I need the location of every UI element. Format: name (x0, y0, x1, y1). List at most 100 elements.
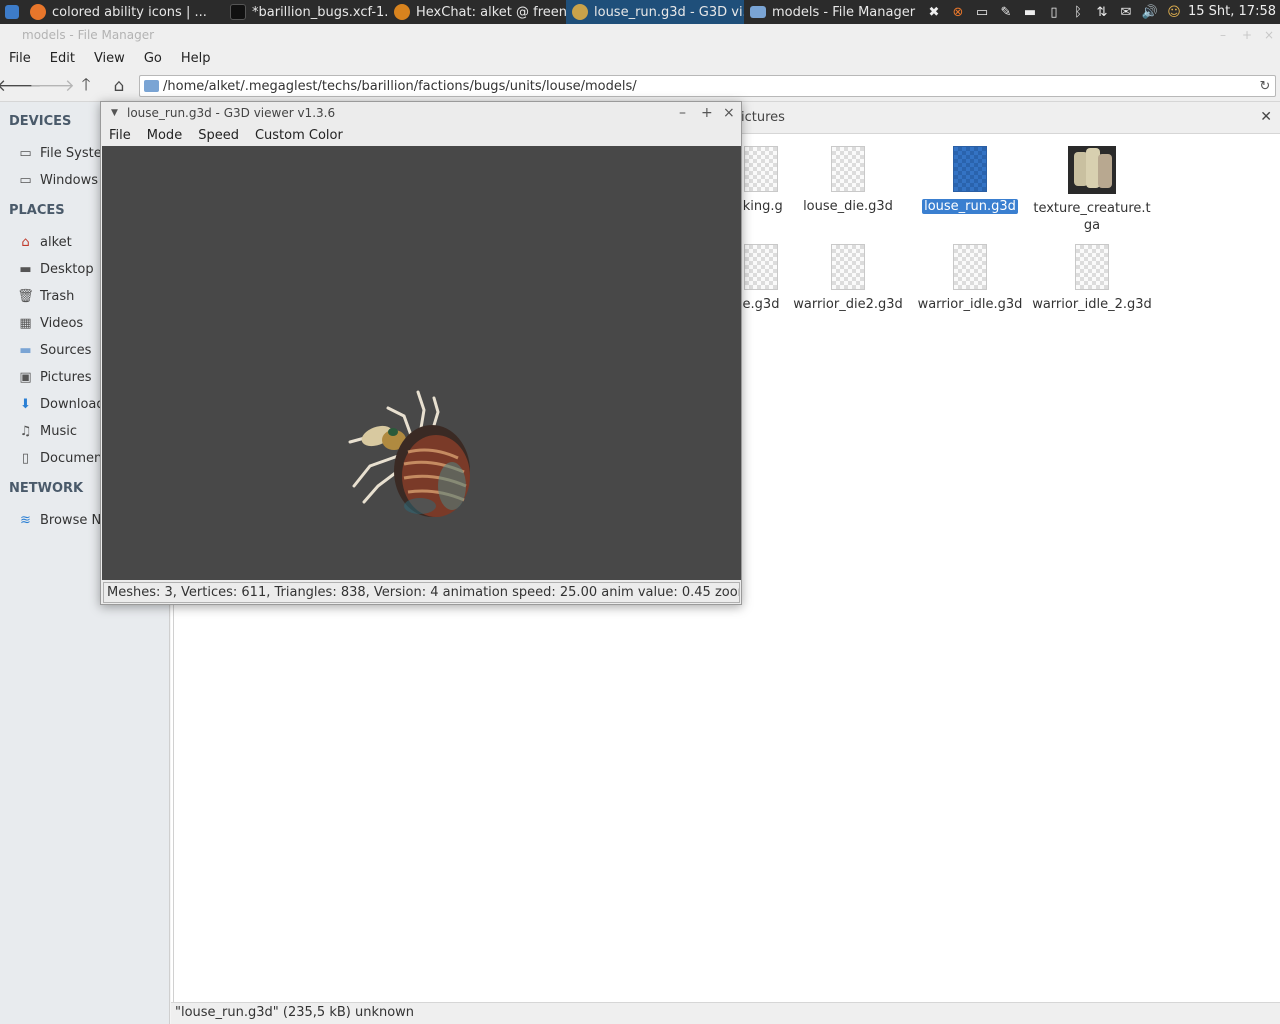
xchat-tray-icon[interactable]: ⊗ (948, 2, 968, 22)
pictures-icon: ▣ (19, 369, 32, 385)
folder-icon (750, 6, 766, 18)
file-item[interactable]: warrior_idle.g3d (909, 244, 1031, 313)
g3d-menu-file[interactable]: File (109, 128, 131, 143)
dropbox-icon[interactable]: ✖ (924, 2, 944, 22)
path-input[interactable] (163, 78, 1255, 94)
file-icon (953, 146, 987, 192)
file-item[interactable]: warrior_idle_2.g3d (1031, 244, 1153, 313)
mail-icon[interactable]: ✉ (1116, 2, 1136, 22)
firefox-icon (30, 4, 46, 20)
g3d-menu-custom-color[interactable]: Custom Color (255, 128, 343, 143)
film-icon: ▦ (19, 315, 32, 331)
g3d-titlebar: ▼ louse_run.g3d - G3D viewer v1.3.6 – + … (101, 102, 741, 124)
g3d-viewer-window: ▼ louse_run.g3d - G3D viewer v1.3.6 – + … (100, 101, 742, 605)
file-icon (831, 244, 865, 290)
parent-folder-button[interactable]: 🡑 (75, 75, 97, 96)
file-name: louse_die.g3d (803, 199, 893, 214)
file-icon (744, 146, 778, 192)
location-bar[interactable]: ↻ (139, 75, 1276, 97)
window-title: models - File Manager (22, 28, 155, 42)
g3dviewer-icon (572, 4, 588, 20)
sidebar-item-desktop[interactable]: ▬ Desktop (17, 258, 93, 280)
menu-go[interactable]: Go (144, 51, 171, 66)
taskbar-item-firefox[interactable]: colored ability icons | ... (24, 0, 224, 24)
maximize-icon[interactable]: + (1242, 24, 1252, 46)
drive-icon: ▭ (19, 172, 32, 188)
minimize-icon[interactable]: – (679, 102, 686, 124)
folder-tray-icon[interactable]: ▭ (972, 2, 992, 22)
taskbar-item-g3d-viewer[interactable]: louse_run.g3d - G3D vi... (566, 0, 744, 24)
clipboard-icon[interactable]: ▯ (1044, 2, 1064, 22)
wifi-icon: ≋ (20, 512, 31, 528)
file-name: lking.g (739, 199, 783, 214)
home-icon: ⌂ (21, 234, 30, 250)
g3d-window-title: louse_run.g3d - G3D viewer v1.3.6 (127, 106, 336, 120)
file-name: warrior_idle_2.g3d (1032, 297, 1152, 312)
file-name: warrior_die2.g3d (793, 297, 903, 312)
taskbar-item-gimp[interactable]: *barillion_bugs.xcf-1.0 ... (224, 0, 388, 24)
back-button[interactable]: 🡐 (0, 76, 42, 96)
g3d-menu-mode[interactable]: Mode (147, 128, 182, 143)
texture-thumbnail (1068, 146, 1116, 194)
menu-help[interactable]: Help (181, 51, 220, 66)
file-item[interactable]: louse_die.g3d (787, 146, 909, 215)
devices-heading: DEVICES (9, 114, 72, 129)
volume-icon[interactable]: 🔊 (1140, 2, 1160, 22)
close-icon[interactable]: × (1264, 24, 1274, 46)
file-item-selected[interactable]: louse_run.g3d (909, 146, 1031, 215)
sidebar-item-music[interactable]: ♫ Music (17, 420, 77, 442)
top-panel: colored ability icons | ... *barillion_b… (0, 0, 1280, 24)
g3d-render-canvas[interactable] (102, 146, 741, 580)
sidebar-item-windows[interactable]: ▭ Windows (17, 169, 98, 191)
gimp-icon (230, 4, 246, 20)
system-tray: ✖ ⊗ ▭ ✎ ▬ ▯ ᛒ ⇅ ✉ 🔊 ☺ (924, 0, 1184, 24)
sidebar-item-pictures[interactable]: ▣ Pictures (17, 366, 91, 388)
louse-model (348, 390, 470, 517)
clock[interactable]: 15 Sht, 17:58 (1188, 0, 1276, 24)
file-icon (953, 244, 987, 290)
folder-icon: ▬ (19, 342, 32, 358)
minimize-icon[interactable]: – (1220, 24, 1226, 46)
notes-icon[interactable]: ✎ (996, 2, 1016, 22)
home-icon: ⌂ (113, 76, 125, 96)
sidebar-item-home[interactable]: ⌂ alket (17, 231, 71, 253)
bluetooth-icon[interactable]: ᛒ (1068, 2, 1088, 22)
network-icon[interactable]: ⇅ (1092, 2, 1112, 22)
menu-edit[interactable]: Edit (50, 51, 84, 66)
file-item[interactable]: texture_creature.tga (1031, 146, 1153, 234)
desktop-icon: ▬ (19, 261, 32, 277)
sidebar-item-trash[interactable]: 🗑 Trash (17, 285, 74, 307)
app-menu-button[interactable] (0, 0, 24, 24)
maximize-icon[interactable]: + (701, 102, 713, 124)
menu-file[interactable]: File (9, 51, 40, 66)
file-item[interactable]: warrior_die2.g3d (787, 244, 909, 313)
g3d-menu-speed[interactable]: Speed (198, 128, 239, 143)
sidebar-item-downloads[interactable]: ⬇ Downloads (17, 393, 111, 415)
arrow-up-icon: 🡑 (81, 74, 91, 95)
g3d-statusbar: Meshes: 3, Vertices: 611, Triangles: 838… (103, 582, 740, 603)
screen-icon[interactable]: ▬ (1020, 2, 1040, 22)
taskbar-item-file-manager[interactable]: models - File Manager (744, 0, 934, 24)
music-icon: ♫ (19, 423, 32, 439)
reload-icon[interactable]: ↻ (1255, 79, 1275, 94)
taskbar-item-hexchat[interactable]: HexChat: alket @ freen... (388, 0, 566, 24)
file-name: e.g3d (742, 297, 780, 312)
file-icon (831, 146, 865, 192)
app-menu-icon (5, 5, 19, 19)
arrow-right-icon: 🡒 (29, 76, 75, 96)
sidebar-item-videos[interactable]: ▦ Videos (17, 312, 83, 334)
close-icon[interactable]: × (723, 102, 735, 124)
user-icon[interactable]: ☺ (1164, 2, 1184, 22)
forward-button[interactable]: 🡒 (29, 76, 75, 96)
menu-view[interactable]: View (94, 51, 134, 66)
g3d-menubar: File Mode Speed Custom Color (101, 124, 741, 146)
window-menu-icon[interactable]: ▼ (111, 102, 118, 124)
document-icon: ▯ (21, 450, 30, 466)
file-manager-menubar: File Edit View Go Help (0, 46, 1280, 70)
file-icon (1075, 244, 1109, 290)
home-button[interactable]: ⌂ (108, 76, 130, 96)
tab-close-icon[interactable]: ✕ (1260, 109, 1272, 125)
tab-pictures[interactable]: ictures (741, 110, 785, 125)
sidebar-item-sources[interactable]: ▬ Sources (17, 339, 91, 361)
places-heading: PLACES (9, 203, 65, 218)
